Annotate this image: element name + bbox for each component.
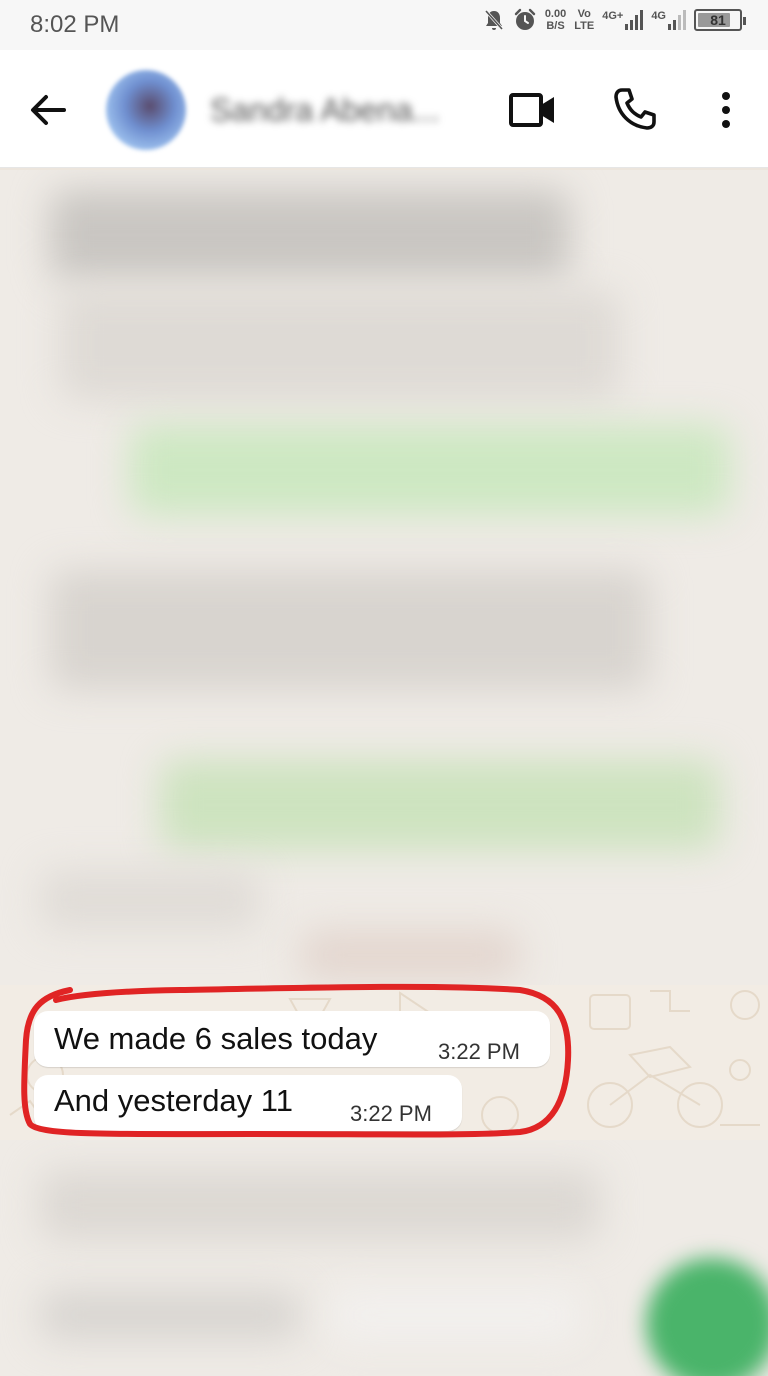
volte-top: Vo <box>577 8 591 20</box>
message-time: 3:22 PM <box>438 1039 520 1064</box>
blurred-message <box>300 930 520 980</box>
status-icons: 0.00 B/S Vo LTE 4G+ 4G 81 <box>483 8 746 32</box>
status-bar: 8:02 PM 0.00 B/S Vo LTE 4G+ 4G 81 <box>0 0 768 50</box>
message-text: And yesterday 11 <box>54 1083 293 1118</box>
blurred-message <box>130 425 730 515</box>
battery-icon: 81 <box>694 9 746 31</box>
battery-level: 81 <box>710 12 726 28</box>
blurred-message <box>40 870 260 930</box>
chat-header: Sandra Abena... <box>0 50 768 168</box>
blurred-message <box>50 190 570 280</box>
blurred-chat-history <box>0 170 768 985</box>
blurred-message <box>50 570 650 690</box>
contact-name[interactable]: Sandra Abena... <box>210 92 440 129</box>
net-type-2: 4G <box>651 10 666 22</box>
signal-bars-1-icon <box>625 10 644 30</box>
phone-icon[interactable] <box>612 86 658 132</box>
alarm-icon <box>514 8 536 30</box>
network-speed: 0.00 B/S <box>545 8 566 32</box>
volte-indicator: Vo LTE <box>574 8 594 32</box>
message-bubble[interactable]: And yesterday 11 3:22 PM <box>34 1075 462 1131</box>
net-type-1: 4G+ <box>602 10 624 22</box>
notifications-off-icon <box>484 10 503 30</box>
blurred-message <box>330 1290 580 1340</box>
message-text: We made 6 sales today <box>54 1021 378 1056</box>
blurred-message <box>160 760 720 850</box>
network-speed-value: 0.00 <box>544 8 567 20</box>
video-call-icon[interactable] <box>508 90 558 130</box>
message-bubble[interactable]: We made 6 sales today 3:22 PM <box>34 1011 550 1067</box>
contact-avatar[interactable] <box>106 70 186 150</box>
signal-bars-2-icon <box>668 10 686 30</box>
signal-2: 4G <box>651 10 686 30</box>
blurred-message <box>60 290 620 400</box>
message-time: 3:22 PM <box>350 1101 432 1126</box>
chat-highlight-region: We made 6 sales today 3:22 PM And yester… <box>0 985 768 1140</box>
more-vert-icon[interactable] <box>712 88 740 132</box>
network-speed-unit: B/S <box>546 20 565 32</box>
blurred-message <box>40 1170 600 1240</box>
signal-1: 4G+ <box>602 10 644 30</box>
back-arrow-icon[interactable] <box>26 88 70 132</box>
volte-bottom: LTE <box>574 20 595 32</box>
status-time: 8:02 PM <box>30 11 120 38</box>
blurred-message <box>40 1290 300 1340</box>
